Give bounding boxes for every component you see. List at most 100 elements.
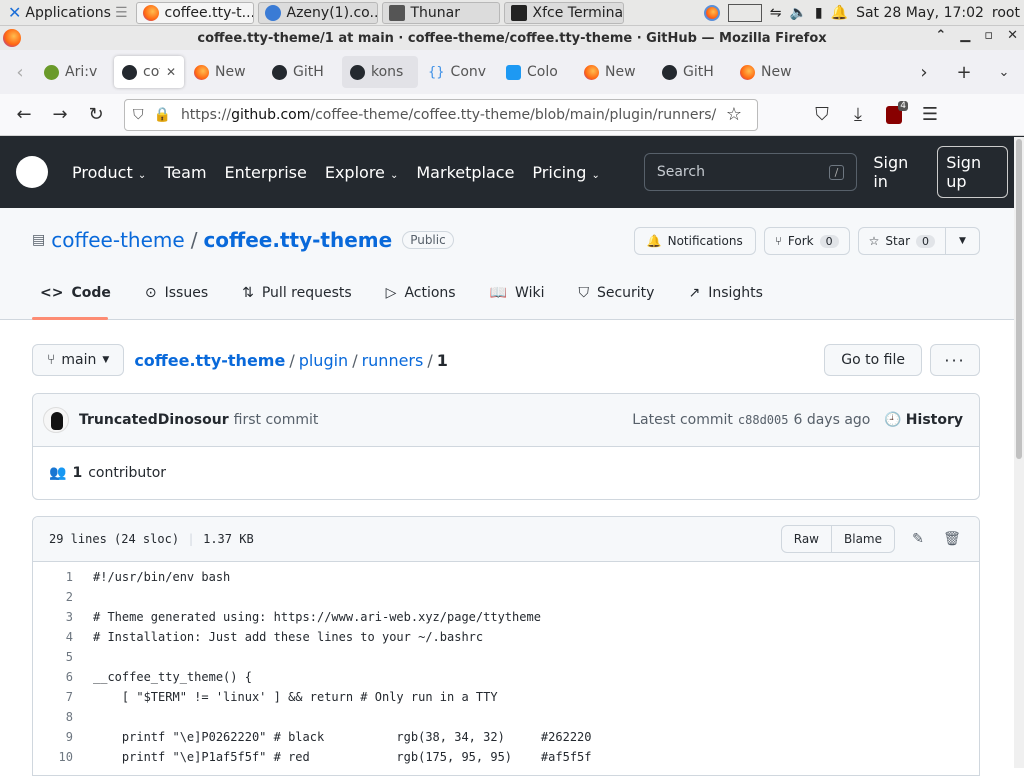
breadcrumb-runners[interactable]: runners — [362, 351, 424, 370]
forward-icon[interactable]: → — [44, 99, 76, 131]
ublock-icon[interactable]: 4 — [878, 99, 910, 131]
system-tray: ⇋ 🔈 ▮ 🔔 Sat 28 May, 17:02 root — [703, 3, 1024, 22]
firefox-tray-icon[interactable] — [703, 4, 720, 21]
minimize-icon[interactable]: ▁ — [960, 28, 970, 43]
browser-tab[interactable]: Colo — [498, 56, 574, 88]
trash-icon[interactable]: 🗑 — [941, 531, 963, 547]
raw-button[interactable]: Raw — [780, 525, 832, 553]
taskbar-window-terminal[interactable]: Xfce Terminal — [503, 1, 624, 24]
firefox-icon — [194, 64, 209, 80]
close-icon[interactable]: ✕ — [1007, 28, 1018, 43]
browser-tab[interactable]: New — [732, 56, 808, 88]
browser-tab[interactable]: New — [186, 56, 262, 88]
tab-scroll-left-icon[interactable]: ‹ — [4, 56, 36, 88]
leaf-icon — [44, 64, 59, 80]
star-button[interactable]: ☆ Star 0 — [857, 227, 946, 255]
nav-marketplace[interactable]: Marketplace — [416, 163, 514, 182]
tab-issues[interactable]: ⊙ Issues — [145, 285, 224, 301]
latest-commit-row: TruncatedDinosour first commit Latest co… — [33, 394, 979, 447]
file-actions: Raw Blame — [780, 525, 895, 553]
maximize-icon[interactable]: ▫ — [984, 28, 993, 43]
applications-menu[interactable]: ✕ Applications ☰ — [2, 1, 134, 25]
clock[interactable]: Sat 28 May, 17:02 — [856, 5, 984, 21]
nav-team[interactable]: Team — [164, 163, 206, 182]
search-input[interactable]: Search / — [643, 153, 858, 191]
nav-explore[interactable]: Explore ⌄ — [325, 163, 399, 182]
browser-tab[interactable]: GitH — [264, 56, 340, 88]
volume-icon[interactable]: 🔈 — [789, 5, 806, 21]
nav-product[interactable]: Product ⌄ — [72, 163, 146, 182]
window-titlebar: coffee.tty-theme/1 at main · coffee-them… — [0, 26, 1024, 50]
avatar[interactable] — [43, 407, 69, 433]
commit-message[interactable]: first commit — [234, 412, 319, 428]
taskbar-window-thunar[interactable]: Thunar — [381, 1, 500, 24]
sign-up-button[interactable]: Sign up — [937, 146, 1008, 198]
browser-tab[interactable]: {} Conv — [420, 56, 496, 88]
lock-icon[interactable]: 🔒 — [154, 107, 171, 123]
reload-icon[interactable]: ↻ — [80, 99, 112, 131]
pocket-icon[interactable]: ⛉ — [806, 99, 838, 131]
back-icon[interactable]: ← — [8, 99, 40, 131]
firefox-icon — [584, 64, 599, 80]
notifications-button[interactable]: 🔔 Notifications — [633, 227, 756, 255]
bookmark-star-icon[interactable]: ☆ — [718, 99, 750, 131]
browser-icon — [264, 4, 281, 21]
blame-button[interactable]: Blame — [832, 525, 895, 553]
tab-scroll-right-icon[interactable]: › — [908, 56, 940, 88]
taskbar-window-firefox[interactable]: coffee.tty-t... — [135, 1, 254, 24]
download-icon[interactable]: ⤓ — [842, 99, 874, 131]
visibility-badge: Public — [402, 231, 454, 249]
breadcrumb-repo[interactable]: coffee.tty-theme — [134, 351, 285, 370]
code-line: 2 — [65, 590, 73, 604]
commit-sha[interactable]: c88d005 — [738, 413, 789, 427]
workspace-icon[interactable] — [727, 3, 762, 22]
tab-code[interactable]: <> Code — [40, 285, 127, 301]
scrollbar-thumb[interactable] — [1016, 139, 1022, 459]
more-options-button[interactable]: ··· — [930, 344, 980, 376]
star-dropdown-button[interactable]: ▼ — [946, 227, 980, 255]
url-bar[interactable]: ⛉ 🔒 https://github.com/coffee-theme/coff… — [124, 98, 758, 131]
browser-tab[interactable]: Ari:v — [36, 56, 112, 88]
tab-pull-requests[interactable]: ⇅ Pull requests — [242, 285, 368, 301]
browser-tab[interactable]: GitH — [654, 56, 730, 88]
repo-name-link[interactable]: coffee.tty-theme — [203, 228, 392, 252]
browser-tab-hovered[interactable]: kons — [342, 56, 418, 88]
browser-tab[interactable]: New — [576, 56, 652, 88]
hamburger-menu-icon[interactable]: ☰ — [914, 99, 946, 131]
system-taskbar: ✕ Applications ☰ coffee.tty-t... Azeny(1… — [0, 0, 1024, 26]
fork-button[interactable]: ⑂ Fork 0 — [763, 227, 850, 255]
page-scrollbar[interactable] — [1014, 137, 1024, 768]
pencil-icon[interactable]: ✎ — [907, 531, 929, 547]
tab-wiki[interactable]: 📖 Wiki — [490, 285, 561, 301]
commit-author[interactable]: TruncatedDinosour — [79, 412, 229, 428]
shield-icon[interactable]: ⛉ — [133, 107, 144, 123]
star-icon: ☆ — [868, 234, 880, 248]
taskbar-window-browser[interactable]: Azeny(1).co... — [257, 1, 378, 24]
breadcrumb-plugin[interactable]: plugin — [299, 351, 348, 370]
bell-icon[interactable]: 🔔 — [831, 5, 848, 21]
repo-owner-link[interactable]: coffee-theme — [51, 228, 184, 252]
tab-actions[interactable]: ▷ Actions — [386, 285, 472, 301]
tab-security[interactable]: ⛉ Security — [578, 285, 670, 301]
user-name[interactable]: root — [992, 5, 1020, 21]
history-link[interactable]: 🕘 History — [884, 412, 963, 428]
nav-enterprise[interactable]: Enterprise — [225, 163, 307, 182]
firefox-icon — [142, 4, 159, 21]
chevron-down-icon: ⌄ — [137, 169, 147, 181]
go-to-file-button[interactable]: Go to file — [824, 344, 922, 376]
code-line: 6 __coffee_tty_theme() { — [65, 670, 252, 684]
network-icon[interactable]: ⇋ — [770, 5, 782, 21]
url-text: https://github.com/coffee-theme/coffee.t… — [180, 106, 717, 123]
new-tab-icon[interactable]: + — [948, 56, 980, 88]
battery-icon[interactable]: ▮ — [815, 5, 823, 21]
nav-pricing[interactable]: Pricing ⌄ — [532, 163, 599, 182]
github-icon — [272, 64, 287, 80]
close-tab-icon[interactable]: ✕ — [166, 65, 176, 79]
branch-select-button[interactable]: ⑂ main ▼ — [32, 344, 125, 376]
list-tabs-icon[interactable]: ⌄ — [988, 56, 1020, 88]
sign-in-link[interactable]: Sign in — [873, 153, 921, 191]
tab-insights[interactable]: ↗ Insights — [688, 285, 778, 301]
github-logo-icon[interactable] — [16, 156, 48, 188]
chevron-up-icon[interactable]: ⌃ — [935, 28, 946, 43]
browser-tab-selected[interactable]: cof✕ — [114, 56, 184, 88]
